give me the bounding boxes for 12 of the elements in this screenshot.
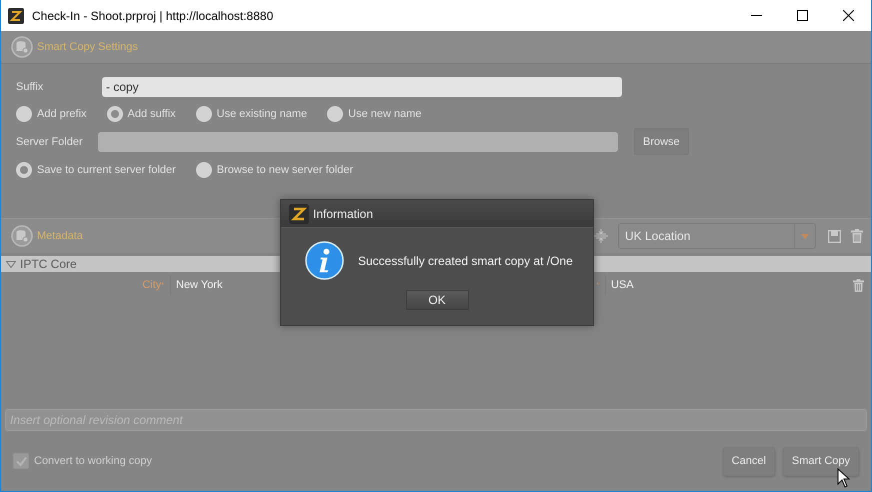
section-title: Smart Copy Settings <box>37 41 138 53</box>
field-label: Server Folder <box>16 136 84 148</box>
dialog-title: Information <box>313 206 374 220</box>
checkbox-label: Convert to working copy <box>34 455 153 467</box>
field-value: USA <box>610 279 635 291</box>
section-title: Metadata <box>37 230 83 242</box>
window-title: Check-In - Shoot.prproj | http://localhost:8880 <box>32 8 274 22</box>
group-title: IPTC Core <box>20 257 77 271</box>
field-label: City$^{*}$ <box>1 275 171 295</box>
dialog-message: Successfully created smart copy at /One <box>358 254 573 268</box>
field-label: Suffix <box>16 80 44 92</box>
field-value: New York <box>175 279 224 291</box>
